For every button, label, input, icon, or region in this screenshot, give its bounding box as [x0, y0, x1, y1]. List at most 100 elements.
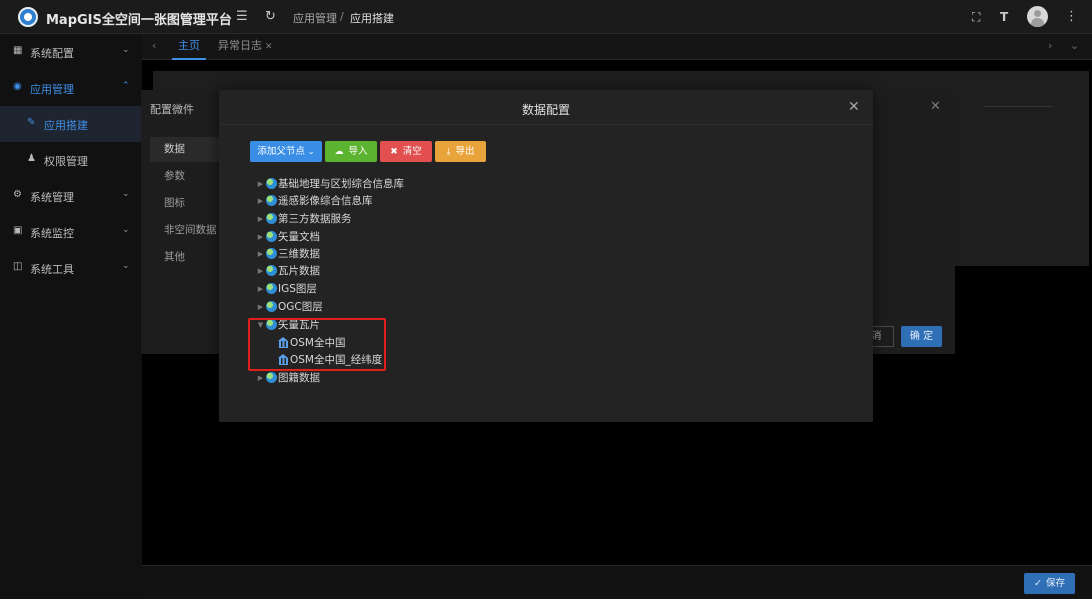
tab-bar: ‹ 主页 异常日志 ✕ › ⌄ — [142, 34, 1092, 60]
import-button[interactable]: ☁ 导入 — [325, 141, 377, 162]
mapgis-logo-icon — [18, 7, 38, 27]
sidebar-item-app-build[interactable]: ✎ 应用搭建 — [0, 106, 142, 142]
globe-icon — [266, 283, 277, 294]
divider — [983, 106, 1053, 107]
sidebar-item-system-monitor[interactable]: ▣ 系统监控 ⌄ — [0, 214, 142, 250]
dialog-header: 数据配置 ✕ — [219, 90, 873, 125]
caret-right-icon[interactable]: ▶ — [255, 370, 266, 387]
tab-scroll-right-icon[interactable]: › — [1048, 39, 1052, 52]
globe-icon — [266, 248, 277, 259]
chevron-down-icon: ⌄ — [122, 261, 130, 271]
sidebar-item-app-management[interactable]: ◉ 应用管理 ⌃ — [0, 70, 142, 106]
menu-fold-icon[interactable]: ☰ — [236, 9, 248, 25]
tree-node[interactable]: ▶ 矢量文档 — [255, 229, 320, 246]
close-icon[interactable]: ✕ — [265, 42, 273, 52]
tree-node[interactable]: ▶ OGC图层 — [255, 299, 323, 316]
sidebar-item-system-config[interactable]: ▦ 系统配置 ⌄ — [0, 34, 142, 70]
button-label: 保存 — [1045, 578, 1065, 589]
breadcrumb-item-app-build: 应用搭建 — [350, 12, 394, 25]
breadcrumb-item-app-management[interactable]: 应用管理 — [293, 10, 337, 26]
app-icon: ◉ — [13, 81, 22, 92]
button-label: 清空 — [402, 146, 422, 157]
caret-right-icon[interactable]: ▶ — [255, 229, 266, 246]
button-label: 导入 — [348, 146, 368, 157]
tab-label: 异常日志 — [218, 39, 262, 52]
breadcrumb-separator: / — [340, 10, 344, 23]
tree-node-label: 矢量文档 — [278, 231, 320, 243]
caret-right-icon[interactable]: ▶ — [255, 263, 266, 280]
user-lock-icon: ♟ — [27, 153, 36, 164]
top-header: MapGIS全空间一张图管理平台 ☰ ↻ 应用管理 / 应用搭建 ⛶ T ⋮ — [0, 0, 1092, 34]
tree-node[interactable]: ▶ 第三方数据服务 — [255, 211, 352, 228]
tab-scroll-left-icon[interactable]: ‹ — [152, 39, 156, 52]
tree-node[interactable]: ▶ 基础地理与区划综合信息库 — [255, 176, 404, 193]
chevron-up-icon: ⌃ — [122, 81, 130, 91]
config-menu-item-other[interactable]: 其他 — [150, 245, 220, 270]
tree-node-label: 图籍数据 — [278, 372, 320, 384]
monitor-icon: ▣ — [13, 225, 23, 236]
tree-node-label: 三维数据 — [278, 248, 320, 260]
config-menu-item-icon[interactable]: 图标 — [150, 191, 220, 216]
sidebar-item-label: 系统监控 — [30, 227, 74, 240]
config-menu-item-params[interactable]: 参数 — [150, 164, 220, 189]
caret-right-icon[interactable]: ▶ — [255, 211, 266, 228]
grid-icon: ▦ — [13, 45, 23, 56]
ok-button[interactable]: 确 定 — [901, 326, 942, 347]
config-menu-item-nonspatial[interactable]: 非空间数据 — [150, 218, 220, 243]
dialog-title: 数据配置 — [521, 103, 570, 117]
caret-right-icon[interactable]: ▶ — [255, 246, 266, 263]
tree-node-label: OGC图层 — [278, 301, 323, 313]
clear-button[interactable]: ✖ 清空 — [380, 141, 432, 162]
export-button[interactable]: ⤓ 导出 — [435, 141, 486, 162]
button-label: 导出 — [455, 146, 475, 157]
tree-node[interactable]: ▶ 瓦片数据 — [255, 263, 320, 280]
tree-node[interactable]: ▶ IGS图层 — [255, 281, 317, 298]
sidebar-item-permission[interactable]: ♟ 权限管理 — [0, 142, 142, 178]
tree-node-label: IGS图层 — [278, 283, 317, 295]
caret-right-icon[interactable]: ▶ — [255, 299, 266, 316]
chevron-down-icon: ⌄ — [122, 225, 130, 235]
globe-icon — [266, 213, 277, 224]
sidebar-item-label: 系统管理 — [30, 191, 74, 204]
chevron-down-icon: ⌄ — [307, 147, 315, 156]
caret-right-icon[interactable]: ▶ — [255, 193, 266, 210]
globe-icon — [266, 301, 277, 312]
tab-error-log[interactable]: 异常日志 ✕ — [218, 34, 273, 60]
caret-right-icon[interactable]: ▶ — [255, 176, 266, 193]
dialog-title: 配置微件 — [150, 103, 194, 116]
chevron-down-icon[interactable]: ⌄ — [1070, 39, 1079, 52]
more-icon[interactable]: ⋮ — [1065, 9, 1078, 25]
chevron-down-icon: ⌄ — [122, 189, 130, 199]
globe-icon — [266, 178, 277, 189]
tab-home[interactable]: 主页 — [172, 34, 206, 60]
save-button[interactable]: ✓ 保存 — [1024, 573, 1075, 594]
avatar[interactable] — [1027, 6, 1048, 27]
fullscreen-icon[interactable]: ⛶ — [972, 9, 980, 25]
tree-node[interactable]: ▶ 遥感影像综合信息库 — [255, 193, 373, 210]
refresh-icon[interactable]: ↻ — [265, 9, 276, 25]
edit-icon: ✎ — [27, 117, 36, 128]
download-icon: ⤓ — [446, 147, 451, 157]
tree-node-label: 遥感影像综合信息库 — [278, 195, 373, 207]
add-parent-node-button[interactable]: 添加父节点 ⌄ — [250, 141, 322, 162]
tree-node[interactable]: ▶ 图籍数据 — [255, 370, 320, 387]
tree-node-label: 瓦片数据 — [278, 265, 320, 277]
caret-right-icon[interactable]: ▶ — [255, 281, 266, 298]
tab-label: 主页 — [178, 39, 200, 52]
data-config-dialog: 数据配置 ✕ 添加父节点 ⌄ ☁ 导入 ✖ 清空 ⤓ 导出 ▶ 基础地理与区划综合信息库… — [219, 90, 873, 422]
sidebar-item-system-management[interactable]: ⚙ 系统管理 ⌄ — [0, 178, 142, 214]
globe-icon — [266, 195, 277, 206]
sidebar-item-system-tools[interactable]: ◫ 系统工具 ⌄ — [0, 250, 142, 286]
toolbox-icon: ◫ — [13, 261, 23, 272]
font-size-icon[interactable]: T — [1000, 9, 1008, 25]
cloud-upload-icon: ☁ — [334, 147, 344, 157]
sidebar-item-label: 应用管理 — [30, 83, 74, 96]
tree-node[interactable]: ▶ 三维数据 — [255, 246, 320, 263]
app-title: MapGIS全空间一张图管理平台 — [46, 13, 232, 28]
close-icon[interactable]: ✕ — [930, 99, 941, 114]
close-icon[interactable]: ✕ — [848, 99, 860, 115]
globe-icon — [266, 372, 277, 383]
config-menu-item-data[interactable]: 数据 — [150, 137, 220, 162]
highlight-annotation-box — [248, 318, 386, 371]
sidebar-item-label: 系统工具 — [30, 263, 74, 276]
